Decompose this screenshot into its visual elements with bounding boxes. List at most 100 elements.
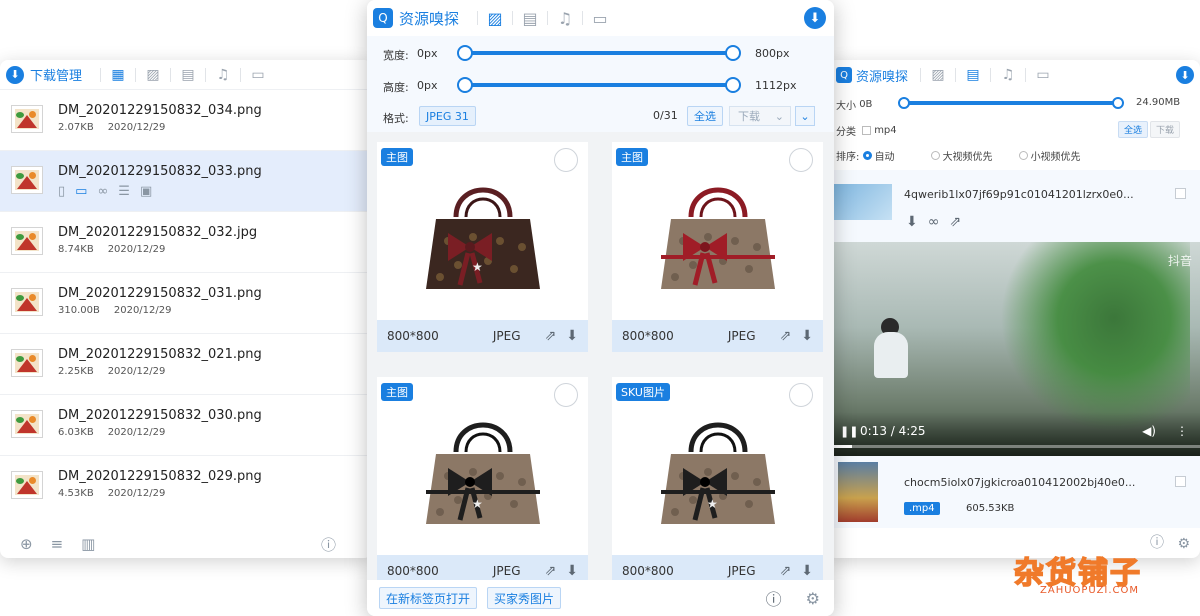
filter-icon[interactable]: ≡ xyxy=(51,535,64,553)
list-icon[interactable]: ☰ xyxy=(118,184,130,199)
document-icon[interactable]: ▭ xyxy=(1034,66,1052,84)
select-checkbox[interactable] xyxy=(554,383,578,407)
height-max: 1112px xyxy=(755,79,797,92)
buyer-show-button[interactable]: 买家秀图片 xyxy=(487,587,562,609)
settings-icon[interactable]: ⚙ xyxy=(1177,536,1190,552)
music-icon[interactable]: ♫ xyxy=(214,66,232,84)
link-icon[interactable]: ∞ xyxy=(928,214,940,230)
file-row[interactable]: DM_20201229150832_031.png 310.00B 2020/12… xyxy=(0,273,372,334)
image-sniffer-panel: Q 资源嗅探 ▨ ▤ ♫ ▭ ⬇ 宽度: 0px 800px 高度: 0px 1… xyxy=(367,0,834,616)
pause-icon[interactable]: ❚❚ xyxy=(840,425,858,438)
sort-radio-large[interactable] xyxy=(930,151,940,160)
delete-file-icon[interactable]: ▣ xyxy=(140,184,152,199)
open-external-icon[interactable]: ⇗ xyxy=(545,563,557,579)
select-checkbox[interactable] xyxy=(789,148,813,172)
download-dropdown[interactable]: 下载 ⌄ xyxy=(729,106,791,126)
file-name: DM_20201229150832_029.png xyxy=(58,469,262,484)
open-external-icon[interactable]: ⇗ xyxy=(780,563,792,579)
file-name: DM_20201229150832_021.png xyxy=(58,347,262,362)
folder-icon[interactable]: ▭ xyxy=(75,184,87,199)
more-icon[interactable]: ⋮ xyxy=(1176,424,1188,438)
width-slider[interactable] xyxy=(465,51,733,55)
grid-icon[interactable]: ▦ xyxy=(109,66,127,84)
download-icon[interactable]: ⬇ xyxy=(801,563,813,579)
image-file-icon xyxy=(11,288,43,316)
volume-icon[interactable]: ◀) xyxy=(1142,424,1156,438)
select-all-button[interactable]: 全选 xyxy=(687,106,723,126)
download-icon[interactable]: ⬇ xyxy=(906,214,918,230)
format-chip[interactable]: JPEG 31 xyxy=(419,106,476,126)
video-player[interactable]: 抖音 ❚❚ 0:13 / 4:25 ◀) ⋮ xyxy=(834,242,1200,456)
video-progress-bar[interactable] xyxy=(834,445,1200,448)
file-icon[interactable]: ▯ xyxy=(58,184,65,199)
trash-icon[interactable]: ▥ xyxy=(81,535,95,553)
height-slider[interactable] xyxy=(465,83,733,87)
video-name: 4qwerib1lx07jf69p91c01041201lzrx0e0... xyxy=(904,188,1134,201)
download-manager-title: 下载管理 xyxy=(30,69,83,84)
download-icon[interactable]: ⬇ xyxy=(804,7,826,29)
file-row[interactable]: DM_20201229150832_029.png 4.53KB 2020/12/… xyxy=(0,456,372,517)
size-slider-max-handle[interactable] xyxy=(1112,97,1124,109)
video-item[interactable]: chocm5iolx07jgkicroa010412002bj40e0... .… xyxy=(834,456,1200,528)
download-icon[interactable]: ⬇ xyxy=(801,328,813,344)
image-dimensions: 800*800 xyxy=(622,564,674,578)
video-format-badge: .mp4 xyxy=(904,502,940,515)
file-row-selected[interactable]: DM_20201229150832_033.png ▯ ▭ ∞ ☰ ▣ xyxy=(0,151,372,212)
film-icon[interactable]: ▤ xyxy=(179,66,197,84)
open-external-icon[interactable]: ⇗ xyxy=(949,214,961,230)
download-manager-panel: ⬇ 下载管理 ▦ ▨ ▤ ♫ ▭ DM_20201229150832_034.p… xyxy=(0,60,372,558)
download-icon[interactable]: ⬇ xyxy=(6,65,24,84)
info-icon[interactable]: ⓘ xyxy=(1150,532,1164,552)
video-checkbox[interactable] xyxy=(1175,188,1186,199)
file-row[interactable]: DM_20201229150832_034.png 2.07KB 2020/12/… xyxy=(0,90,372,151)
film-icon[interactable]: ▤ xyxy=(964,66,982,84)
open-external-icon[interactable]: ⇗ xyxy=(545,328,557,344)
width-slider-max-handle[interactable] xyxy=(725,45,741,61)
open-new-tab-button[interactable]: 在新标签页打开 xyxy=(379,587,478,609)
select-checkbox[interactable] xyxy=(554,148,578,172)
add-icon[interactable]: ⊕ xyxy=(20,535,33,553)
open-external-icon[interactable]: ⇗ xyxy=(780,328,792,344)
video-checkbox[interactable] xyxy=(1175,476,1186,487)
image-file-icon xyxy=(11,105,43,133)
sort-radio-small[interactable] xyxy=(1018,151,1028,160)
image-icon[interactable]: ▨ xyxy=(144,66,162,84)
download-icon[interactable]: ⬇ xyxy=(566,328,578,344)
size-slider-min-handle[interactable] xyxy=(898,97,910,109)
image-card[interactable]: ★ 主图 800*800 JPEG ⇗ ⬇ xyxy=(377,142,588,352)
download-icon[interactable]: ⬇ xyxy=(566,563,578,579)
file-row[interactable]: DM_20201229150832_030.png 6.03KB 2020/12/… xyxy=(0,395,372,456)
select-all-button[interactable]: 全选 xyxy=(1118,121,1149,138)
file-row[interactable]: DM_20201229150832_021.png 2.25KB 2020/12/… xyxy=(0,334,372,395)
film-icon[interactable]: ▤ xyxy=(521,9,539,28)
image-card[interactable]: ★ 主图 800*800 JPEG ⇗ ⬇ xyxy=(377,377,588,587)
document-icon[interactable]: ▭ xyxy=(591,9,609,28)
image-dimensions: 800*800 xyxy=(622,329,674,343)
video-item[interactable]: 4qwerib1lx07jf69p91c01041201lzrx0e0... ⬇… xyxy=(834,170,1200,242)
sort-radio-auto[interactable] xyxy=(862,151,872,160)
settings-icon[interactable]: ⚙ xyxy=(806,589,820,608)
music-icon[interactable]: ♫ xyxy=(999,66,1017,84)
download-button[interactable]: 下载 xyxy=(1150,121,1181,138)
chevron-down-icon: ⌄ xyxy=(774,109,784,123)
info-icon[interactable]: ⓘ xyxy=(766,586,782,610)
width-slider-min-handle[interactable] xyxy=(457,45,473,61)
link-icon[interactable]: ∞ xyxy=(97,184,108,199)
image-icon[interactable]: ▨ xyxy=(929,66,947,84)
image-card[interactable]: 主图 800*800 JPEG ⇗ ⬇ xyxy=(612,142,823,352)
select-checkbox[interactable] xyxy=(789,383,813,407)
image-file-icon xyxy=(11,471,43,499)
info-icon[interactable]: ⓘ xyxy=(321,534,336,555)
image-icon[interactable]: ▨ xyxy=(486,9,504,28)
download-icon[interactable]: ⬇ xyxy=(1176,66,1194,84)
file-row[interactable]: DM_20201229150832_032.jpg 8.74KB 2020/12/… xyxy=(0,212,372,273)
height-slider-max-handle[interactable] xyxy=(725,77,741,93)
music-icon[interactable]: ♫ xyxy=(556,9,574,28)
image-card[interactable]: ★ SKU图片 800*800 JPEG ⇗ ⬇ xyxy=(612,377,823,587)
expand-chevron-button[interactable]: ⌄ xyxy=(795,106,815,126)
height-slider-min-handle[interactable] xyxy=(457,77,473,93)
size-slider[interactable] xyxy=(904,101,1118,105)
format-label: 格式: xyxy=(383,112,409,125)
category-checkbox[interactable] xyxy=(862,126,872,135)
document-icon[interactable]: ▭ xyxy=(249,66,267,84)
